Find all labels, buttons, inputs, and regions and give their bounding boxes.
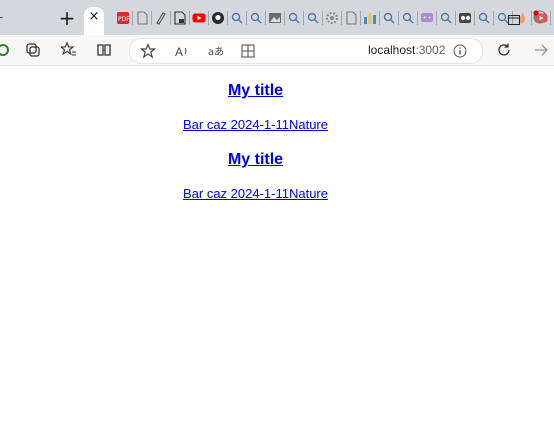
post-meta: Bar caz 2024-1-11Nature: [0, 117, 511, 133]
tab-divider: [550, 11, 551, 25]
marker-icon[interactable]: [154, 11, 168, 25]
page-content: My title Bar caz 2024-1-11Nature My titl…: [0, 66, 554, 443]
tab-divider: [208, 11, 209, 25]
post-meta-link[interactable]: Bar caz 2024-1-11Nature: [183, 117, 328, 132]
tab-divider: [284, 11, 285, 25]
extension-icon[interactable]: [0, 41, 12, 59]
github-icon[interactable]: [211, 11, 225, 25]
tab-divider: [493, 11, 494, 25]
tab-divider: [246, 11, 247, 25]
refresh-icon[interactable]: [495, 41, 513, 59]
file-lock-icon[interactable]: [173, 11, 187, 25]
favorite-star-icon[interactable]: [139, 42, 157, 60]
translate-icon[interactable]: aあ: [207, 42, 225, 60]
read-aloud-icon[interactable]: A: [173, 42, 191, 60]
search-icon[interactable]: [401, 11, 415, 25]
tab-divider: [132, 11, 133, 25]
url-text[interactable]: localhost:3002: [368, 43, 445, 57]
bar-chart-icon[interactable]: [363, 11, 377, 25]
profile-icon[interactable]: [533, 10, 547, 24]
post-title: My title: [0, 151, 511, 169]
pdf-icon[interactable]: PDF: [116, 11, 130, 25]
tab-divider: [379, 11, 380, 25]
youtube-icon[interactable]: [192, 11, 206, 25]
post-title: My title: [0, 82, 511, 100]
tab-divider: [303, 11, 304, 25]
search-icon[interactable]: [477, 11, 491, 25]
favorites-list-icon[interactable]: [60, 41, 78, 59]
tab-divider: [360, 11, 361, 25]
tab-divider: [151, 11, 152, 25]
svg-text:aあ: aあ: [208, 46, 224, 58]
tab-divider: [341, 11, 342, 25]
tab-divider: [474, 11, 475, 25]
image-icon[interactable]: [268, 11, 282, 25]
tab-edge-indicator: ─: [0, 10, 4, 24]
post-meta-link[interactable]: Bar caz 2024-1-11Nature: [183, 186, 328, 201]
close-tab-icon[interactable]: ×: [88, 10, 100, 23]
forward-arrow-icon[interactable]: [532, 41, 550, 59]
post-title-link[interactable]: My title: [228, 82, 283, 99]
svg-text:A: A: [175, 45, 183, 59]
tab-divider: [189, 11, 190, 25]
split-screen-icon[interactable]: [95, 41, 113, 59]
tab-divider: [417, 11, 418, 25]
search-icon[interactable]: [306, 11, 320, 25]
site-info-icon[interactable]: [451, 42, 469, 60]
search-icon[interactable]: [287, 11, 301, 25]
address-bar[interactable]: A aあ localhost:3002: [129, 38, 483, 64]
search-icon[interactable]: [249, 11, 263, 25]
gear-icon[interactable]: [325, 11, 339, 25]
tab-divider: [265, 11, 266, 25]
app-available-icon[interactable]: [239, 42, 257, 60]
post-item: My title Bar caz 2024-1-11Nature: [0, 82, 511, 133]
search-icon[interactable]: [439, 11, 453, 25]
tab-divider: [455, 11, 456, 25]
tab-divider: [398, 11, 399, 25]
svg-text:PDF: PDF: [118, 16, 130, 23]
tab-divider: [436, 11, 437, 25]
collections-icon[interactable]: [24, 41, 42, 59]
document-icon[interactable]: [344, 11, 358, 25]
active-tab[interactable]: ×: [84, 7, 104, 35]
search-icon[interactable]: [230, 11, 244, 25]
record-icon[interactable]: [458, 11, 472, 25]
pinned-tabs: PDF: [116, 11, 554, 27]
tab-divider: [170, 11, 171, 25]
new-tab-button[interactable]: +: [57, 8, 77, 28]
tab-divider: [227, 11, 228, 25]
chat-icon[interactable]: [420, 11, 434, 25]
tab-divider: [322, 11, 323, 25]
post-item: My title Bar caz 2024-1-11Nature: [0, 151, 511, 202]
document-icon[interactable]: [135, 11, 149, 25]
search-icon[interactable]: [382, 11, 396, 25]
tab-actions-icon[interactable]: [508, 12, 520, 25]
tab-divider: [531, 11, 532, 25]
post-meta: Bar caz 2024-1-11Nature: [0, 186, 511, 202]
browser-toolbar: A aあ localhost:3002: [0, 35, 554, 66]
tab-strip: ─ + × PDF: [0, 0, 554, 35]
post-title-link[interactable]: My title: [228, 151, 283, 168]
